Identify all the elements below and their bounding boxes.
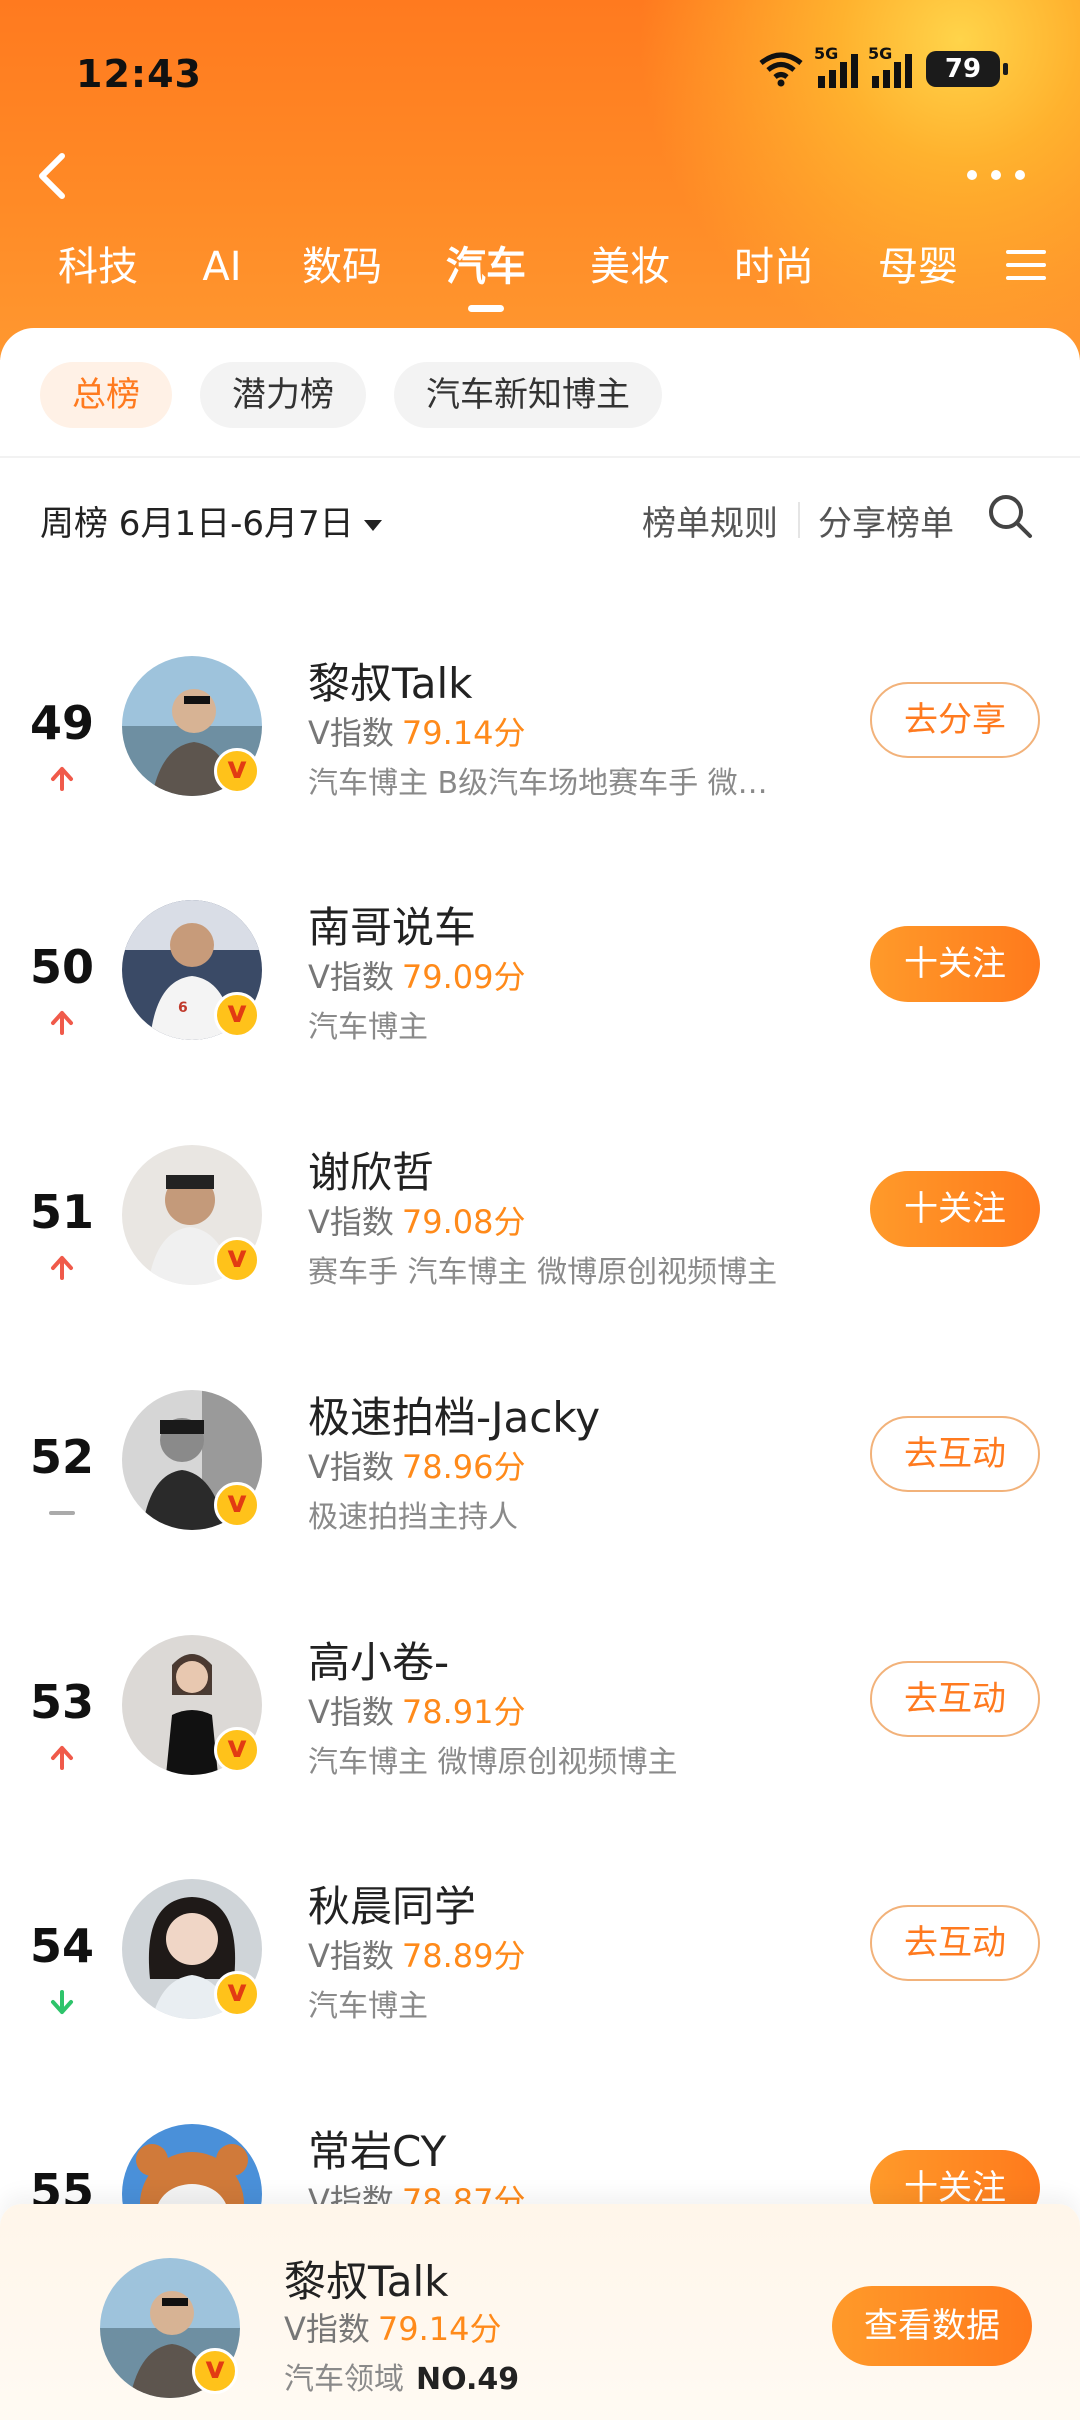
rank-up-icon (51, 1746, 73, 1770)
interact-button[interactable]: 去互动 (870, 1416, 1040, 1492)
clock: 12:43 (76, 52, 202, 96)
tab-ai[interactable]: AI (196, 232, 248, 302)
tab-digital[interactable]: 数码 (296, 232, 388, 302)
interact-button[interactable]: 去互动 (870, 1661, 1040, 1737)
caret-down-icon (363, 520, 382, 531)
v-index: V指数 79.14分 (308, 714, 526, 752)
list-item[interactable]: 53 高小卷- V指数78.91分 汽车博主 微博原创视频博主 去互动 (0, 1635, 1080, 1835)
list-item[interactable]: 49 黎叔Talk V指数79.14分 汽车博主 B级汽车场地赛车手 微… 去分… (0, 656, 1080, 856)
rank-up-icon (51, 1011, 73, 1035)
blogger-name[interactable]: 南哥说车 (308, 894, 476, 955)
my-v-index: V指数 79.14分 (284, 2310, 502, 2348)
blogger-description: 汽车博主 微博原创视频博主 (308, 1745, 678, 1780)
blogger-name[interactable]: 谢欣哲 (308, 1139, 434, 1200)
follow-button[interactable]: 十关注 (870, 1171, 1040, 1247)
rank-up-icon (51, 767, 73, 791)
blogger-description: 汽车博主 (308, 1010, 428, 1045)
share-button[interactable]: 去分享 (870, 682, 1040, 758)
blogger-description: 汽车博主 (308, 1989, 428, 2024)
separator (798, 502, 800, 538)
v-index: V指数 78.96分 (308, 1448, 526, 1486)
subtab-overall[interactable]: 总榜 (40, 362, 172, 428)
blogger-description: 赛车手 汽车博主 微博原创视频博主 (308, 1255, 778, 1290)
ranking-panel: 总榜 潜力榜 汽车新知博主 周榜 6月1日-6月7日 榜单规则 分享榜单 (0, 328, 1080, 2420)
rank-number: 50 (29, 940, 94, 994)
verified-badge-icon (214, 748, 260, 794)
v-index: V指数 79.09分 (308, 958, 526, 996)
divider (0, 456, 1080, 458)
rank-number: 49 (29, 696, 94, 750)
blogger-description: 极速拍挡主持人 (308, 1500, 518, 1535)
blogger-description: 汽车博主 B级汽车场地赛车手 微… (308, 766, 768, 801)
status-bar: 12:43 5G 5G 79 (0, 0, 1080, 150)
subtab-potential[interactable]: 潜力榜 (200, 362, 366, 428)
blogger-name[interactable]: 高小卷- (308, 1629, 449, 1690)
blogger-name[interactable]: 极速拍档-Jacky (308, 1384, 600, 1445)
battery-icon: 79 (926, 51, 1008, 87)
rank-number: 54 (29, 1919, 94, 1973)
view-data-button[interactable]: 查看数据 (832, 2286, 1032, 2366)
verified-badge-icon (214, 1237, 260, 1283)
list-item[interactable]: 52 极速拍档-Jacky V指数78.96分 极速拍挡主持人 去互动 (0, 1390, 1080, 1590)
nav-row (0, 140, 1080, 210)
v-index: V指数 78.89分 (308, 1937, 526, 1975)
filter-row: 周榜 6月1日-6月7日 榜单规则 分享榜单 (40, 488, 1040, 558)
rank-down-icon (51, 1990, 73, 2014)
subtab-new-knowledge[interactable]: 汽车新知博主 (394, 362, 662, 428)
wifi-icon (759, 52, 803, 87)
ranking-subtabs: 总榜 潜力榜 汽车新知博主 (40, 362, 662, 428)
my-name: 黎叔Talk (284, 2257, 449, 2306)
follow-button[interactable]: 十关注 (870, 926, 1040, 1002)
list-item[interactable]: 50 6 南哥说车 V指数79.09分 汽车博主 十关注 (0, 900, 1080, 1100)
signal-icon-sim1: 5G (814, 44, 858, 88)
verified-badge-icon (214, 1482, 260, 1528)
rank-number: 53 (29, 1675, 94, 1729)
list-item[interactable]: 51 谢欣哲 V指数79.08分 赛车手 汽车博主 微博原创视频博主 十关注 (0, 1145, 1080, 1345)
my-domain-rank: 汽车领域 NO.49 (284, 2362, 520, 2397)
share-ranking-link[interactable]: 分享榜单 (818, 496, 954, 545)
verified-badge-icon (214, 992, 260, 1038)
signal-icon-sim2: 5G (868, 44, 912, 88)
verified-badge-icon (214, 1727, 260, 1773)
category-tabs: 科技 AI 数码 汽车 美妆 时尚 母婴 (0, 232, 1080, 322)
v-index: V指数 79.08分 (308, 1203, 526, 1241)
back-arrow-icon[interactable] (30, 150, 82, 202)
status-icons: 5G 5G 79 (758, 44, 1008, 88)
blogger-name[interactable]: 黎叔Talk (308, 650, 472, 711)
rank-up-icon (51, 1256, 73, 1280)
my-ranking-bar: 黎叔Talk V指数79.14分 汽车领域NO.49 查看数据 (0, 2204, 1080, 2420)
rank-number: 51 (29, 1185, 94, 1239)
rank-same-icon (49, 1511, 75, 1515)
blogger-name[interactable]: 常岩CY (308, 2118, 446, 2179)
ranking-rules-link[interactable]: 榜单规则 (642, 496, 778, 545)
tab-beauty[interactable]: 美妆 (584, 232, 676, 302)
tab-tech[interactable]: 科技 (52, 232, 144, 302)
tab-maternity[interactable]: 母婴 (872, 232, 964, 302)
list-item[interactable]: 54 秋晨同学 V指数78.89分 汽车博主 去互动 (0, 1879, 1080, 2079)
more-options-icon[interactable] (960, 160, 1040, 190)
verified-badge-icon (192, 2348, 238, 2394)
tab-fashion[interactable]: 时尚 (728, 232, 820, 302)
blogger-name[interactable]: 秋晨同学 (308, 1873, 476, 1934)
svg-text:6: 6 (178, 1000, 188, 1016)
verified-badge-icon (214, 1971, 260, 2017)
period-selector[interactable]: 周榜 6月1日-6月7日 (40, 496, 382, 545)
menu-icon[interactable] (1006, 250, 1046, 282)
tab-auto[interactable]: 汽车 (440, 232, 532, 312)
search-icon[interactable] (986, 492, 1034, 540)
rank-number: 52 (29, 1430, 94, 1484)
v-index: V指数 78.91分 (308, 1693, 526, 1731)
interact-button[interactable]: 去互动 (870, 1905, 1040, 1981)
